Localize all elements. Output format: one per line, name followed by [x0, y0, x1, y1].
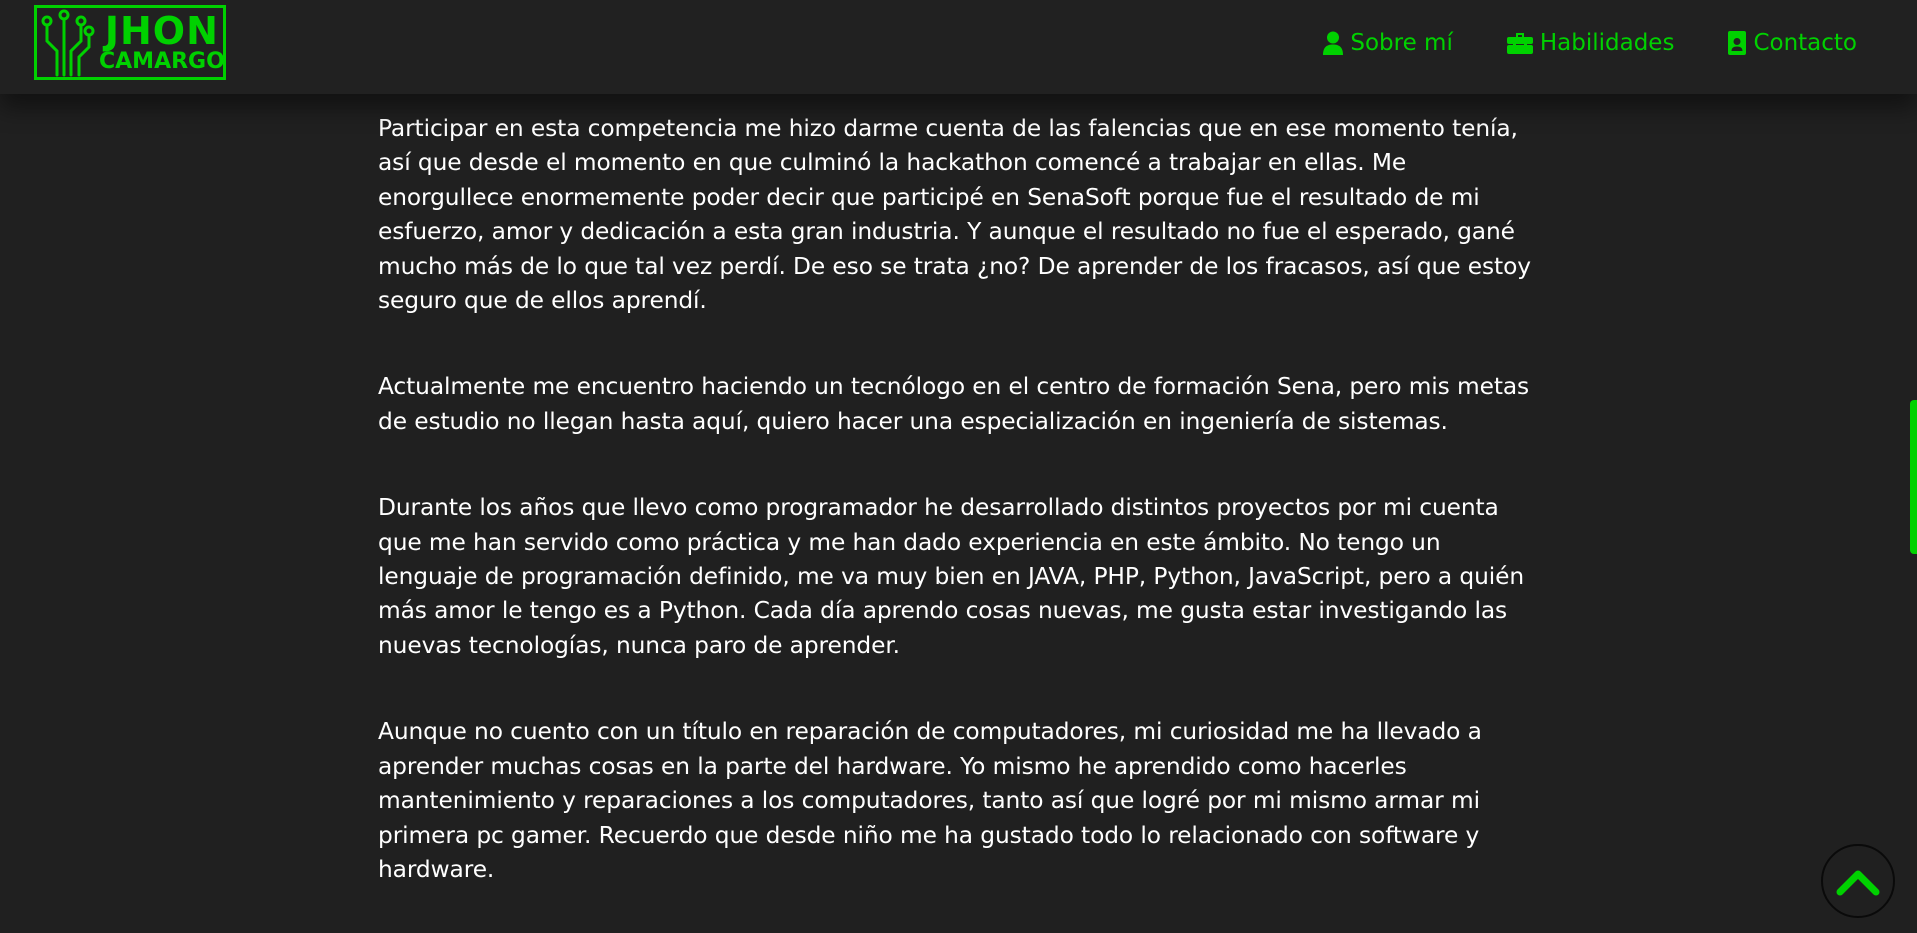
about-content: Participar en esta competencia me hizo d…: [378, 112, 1533, 933]
user-icon: [1323, 31, 1344, 55]
paragraph-programacion: Durante los años que llevo como programa…: [378, 494, 1525, 659]
nav-link-habilidades[interactable]: Habilidades: [1506, 30, 1675, 56]
nav-label-contacto: Contacto: [1753, 30, 1857, 56]
chevron-up-icon: [1836, 870, 1880, 896]
brand-line1: JHON: [104, 9, 219, 53]
nav-label-sobre-mi: Sobre mí: [1350, 30, 1453, 56]
nav-link-sobre-mi[interactable]: Sobre mí: [1323, 30, 1453, 56]
site-header: JHON CAMARGO Sobre mí Habilidades Contac…: [0, 0, 1917, 94]
nav-link-contacto[interactable]: Contacto: [1728, 30, 1857, 56]
main-nav: Sobre mí Habilidades Contacto: [1323, 30, 1857, 56]
toolbox-icon: [1506, 33, 1533, 54]
scrollbar-thumb[interactable]: [1910, 400, 1917, 554]
brand-name: JHON CAMARGO: [99, 12, 225, 73]
paragraph-estudios: Actualmente me encuentro haciendo un tec…: [378, 373, 1530, 435]
nav-label-habilidades: Habilidades: [1539, 30, 1675, 56]
paragraph-hardware: Aunque no cuento con un título en repara…: [378, 718, 1482, 883]
paragraph-competencia: Participar en esta competencia me hizo d…: [378, 115, 1531, 315]
scroll-to-top-button[interactable]: [1821, 844, 1895, 918]
contact-card-icon: [1728, 31, 1747, 55]
brand-logo[interactable]: JHON CAMARGO: [34, 5, 226, 80]
brand-line2: CAMARGO: [99, 49, 225, 74]
circuit-icon: [41, 9, 95, 76]
